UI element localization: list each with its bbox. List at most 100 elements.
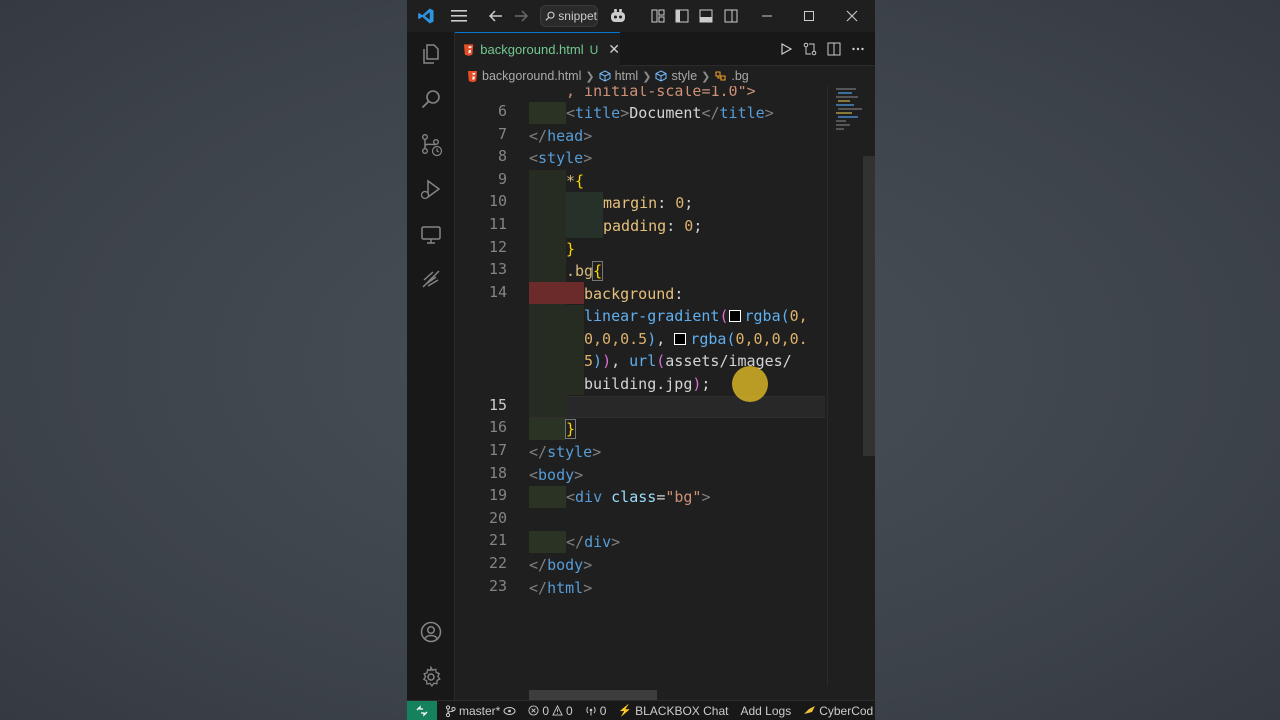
account-icon[interactable]	[407, 610, 455, 654]
breadcrumb-selector[interactable]: .bg	[731, 69, 748, 83]
code-line-6: <title>Document</title>	[566, 104, 774, 122]
split-editor-icon[interactable]	[827, 42, 841, 56]
minimize-icon[interactable]	[757, 0, 777, 32]
minimap-line	[838, 92, 852, 94]
minimap-line	[836, 88, 856, 90]
code-line-14-wrap-4: building.jpg);	[584, 375, 711, 393]
compare-changes-icon[interactable]	[803, 42, 817, 56]
cybercoder-status[interactable]: CyberCod	[803, 704, 873, 718]
command-center-search[interactable]: snippet	[540, 5, 598, 27]
title-bar: snippet	[407, 0, 875, 32]
add-logs-status[interactable]: Add Logs	[740, 704, 791, 718]
code-line-14: background:	[584, 285, 684, 303]
explorer-icon[interactable]	[407, 32, 455, 76]
search-text: snippet	[558, 9, 597, 23]
line-number: 22	[488, 554, 507, 572]
copilot-icon[interactable]	[607, 0, 629, 32]
editor-actions	[779, 32, 865, 66]
line-number: 23	[488, 577, 507, 595]
line-number: 7	[497, 125, 507, 143]
settings-gear-icon[interactable]	[407, 655, 455, 699]
toggle-sidebar-icon[interactable]	[673, 0, 691, 32]
code-line-23: </html>	[529, 579, 593, 597]
line-number: 18	[488, 464, 507, 482]
minimap-line	[838, 116, 858, 118]
blackbox-chat-status[interactable]: ⚡ BLACKBOX Chat	[618, 704, 728, 718]
code-line-9: *{	[566, 172, 585, 190]
code-line-11: padding: 0;	[603, 217, 703, 235]
remote-explorer-icon[interactable]	[407, 212, 455, 256]
minimap-line	[836, 128, 844, 130]
vscode-window: snippet backgoround.html U ✕ backgoround…	[407, 0, 875, 720]
code-line-7: </head>	[529, 127, 593, 145]
menu-icon[interactable]	[449, 0, 469, 32]
line-number: 17	[488, 441, 507, 459]
breadcrumb-file[interactable]: backgoround.html	[482, 69, 581, 83]
line-number-active: 15	[488, 396, 507, 414]
more-actions-icon[interactable]	[851, 42, 865, 56]
code-line-12: }	[566, 240, 576, 258]
color-swatch[interactable]	[674, 333, 687, 345]
forward-arrow-icon[interactable]	[512, 0, 530, 32]
vertical-scrollbar-thumb[interactable]	[863, 156, 875, 456]
layout-icon[interactable]	[649, 0, 667, 32]
line-number: 8	[497, 147, 507, 165]
minimap-line	[838, 100, 850, 102]
breadcrumb-html[interactable]: html	[615, 69, 639, 83]
line-number: 14	[488, 283, 507, 301]
source-control-icon[interactable]	[407, 122, 455, 166]
line-number: 20	[488, 509, 507, 527]
code-line-8: <style>	[529, 149, 593, 167]
error-icon	[528, 705, 539, 716]
remote-indicator[interactable]	[407, 700, 437, 720]
branch-status[interactable]: master*	[445, 704, 516, 718]
run-debug-icon[interactable]	[407, 167, 455, 211]
close-window-icon[interactable]	[842, 0, 862, 32]
extension-feather-icon[interactable]	[407, 257, 455, 301]
code-line-10: margin: 0;	[603, 194, 694, 212]
minimap[interactable]	[827, 86, 875, 686]
toggle-panel-icon[interactable]	[697, 0, 715, 32]
line-number: 19	[488, 486, 507, 504]
html5-icon	[467, 70, 478, 82]
vscode-logo-icon	[415, 0, 437, 32]
line-number: 12	[488, 238, 507, 256]
problems-status[interactable]: 0 0	[528, 704, 573, 718]
tab-close-icon[interactable]: ✕	[608, 41, 620, 58]
toggle-secondary-sidebar-icon[interactable]	[722, 0, 740, 32]
tab-bar: backgoround.html U ✕	[455, 32, 875, 66]
ports-status[interactable]: 0	[585, 704, 606, 718]
breadcrumb-style[interactable]: style	[671, 69, 697, 83]
line-number: 11	[488, 215, 507, 233]
chevron-right-icon: ❯	[642, 70, 652, 83]
line-number: 9	[497, 170, 507, 188]
search-icon[interactable]	[407, 77, 455, 121]
tab-untracked-badge: U	[589, 42, 599, 57]
code-line-17: </style>	[529, 443, 602, 461]
minimap-line	[836, 124, 850, 126]
status-bar: master* 0 0 0 ⚡ BLACKBOX Chat Add Logs C…	[407, 700, 875, 720]
minimap-line	[838, 108, 862, 110]
tab-backgoround-html[interactable]: backgoround.html U ✕	[455, 32, 620, 66]
cybercoder-icon	[804, 706, 816, 714]
code-line-21: </div>	[566, 533, 621, 551]
element-cube-icon	[655, 70, 667, 82]
element-cube-icon	[599, 70, 611, 82]
line-number-gutter: 6 7 8 9 10 11 12 13 14 15 16 17 18 19 20…	[455, 86, 515, 686]
activity-bar	[407, 32, 455, 700]
back-arrow-icon[interactable]	[487, 0, 505, 32]
git-branch-icon	[445, 704, 456, 717]
horizontal-scrollbar-thumb[interactable]	[529, 690, 657, 700]
run-icon[interactable]	[779, 42, 793, 56]
code-line-14-wrap-2: 0,0,0.5), rgba(0,0,0,0.	[584, 330, 808, 348]
color-swatch[interactable]	[728, 310, 741, 322]
maximize-icon[interactable]	[799, 0, 819, 32]
remote-icon	[416, 704, 428, 717]
code-line-13: .bg{	[566, 261, 604, 281]
code-line-19: <div class="bg">	[566, 488, 711, 506]
breadcrumb: backgoround.html ❯ html ❯ style ❯ .bg	[455, 66, 875, 86]
chevron-right-icon: ❯	[585, 70, 595, 83]
line-number: 10	[488, 192, 507, 210]
code-editor[interactable]: 6 7 8 9 10 11 12 13 14 15 16 17 18 19 20…	[455, 86, 875, 686]
line-number: 13	[488, 260, 507, 278]
